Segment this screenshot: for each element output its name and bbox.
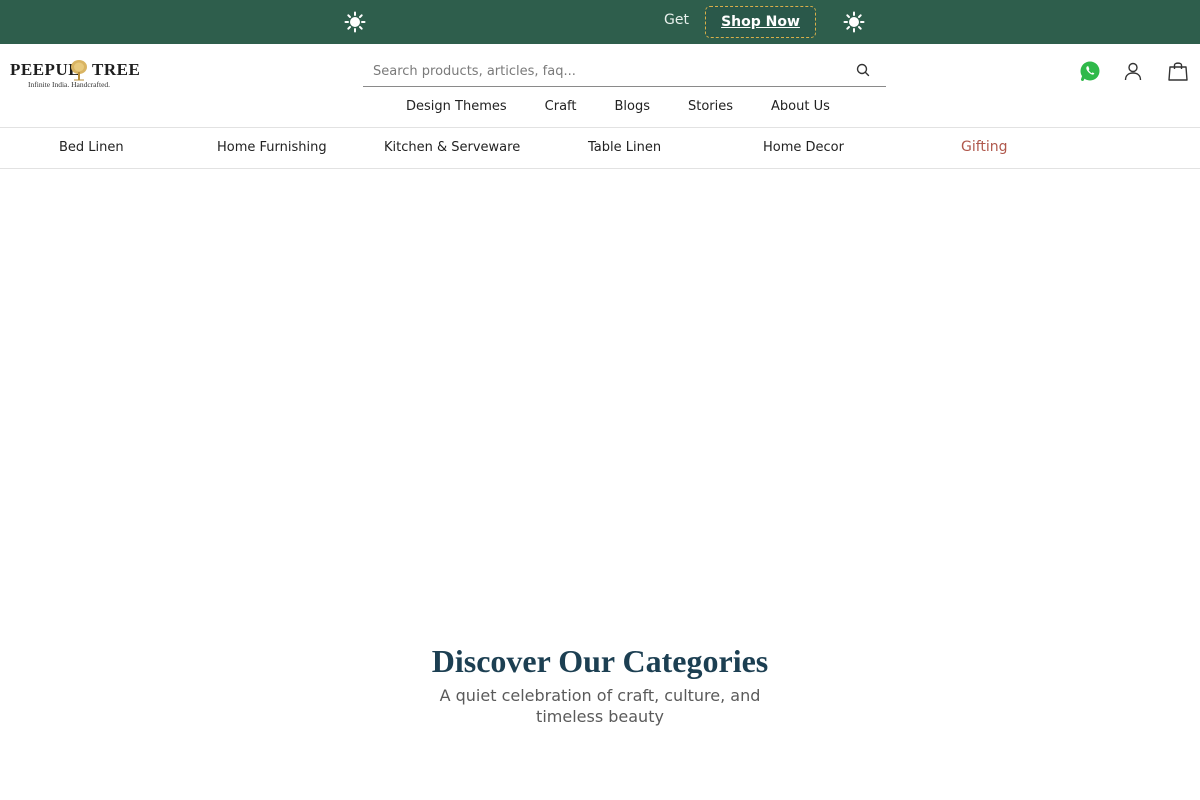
section-subtitle: A quiet celebration of craft, culture, a… — [439, 686, 761, 726]
whatsapp-icon[interactable] — [1079, 60, 1101, 82]
logo-word-right: TREE — [92, 60, 141, 79]
category-table-linen[interactable]: Table Linen — [588, 140, 661, 155]
shop-now-button[interactable]: Shop Now — [705, 6, 816, 38]
nav-link-design-themes[interactable]: Design Themes — [406, 99, 507, 117]
search-input[interactable] — [363, 60, 833, 82]
announcement-bar: Get Shop Now — [0, 0, 1200, 44]
promo-text: Get — [664, 12, 689, 28]
logo-tagline: Infinite India. Handcrafted. — [28, 80, 111, 89]
sun-icon — [843, 11, 865, 33]
site-logo[interactable]: PEEPUL TREE Infinite India. Handcrafted. — [10, 58, 140, 92]
category-home-decor[interactable]: Home Decor — [763, 140, 844, 155]
search-icon[interactable] — [855, 62, 871, 78]
nav-link-about-us[interactable]: About Us — [771, 99, 830, 117]
category-kitchen-serveware[interactable]: Kitchen & Serveware — [384, 140, 520, 155]
sun-icon — [344, 11, 366, 33]
nav-link-stories[interactable]: Stories — [688, 99, 733, 117]
category-home-furnishing[interactable]: Home Furnishing — [217, 140, 327, 155]
account-icon[interactable] — [1122, 60, 1144, 82]
section-title: Discover Our Categories — [431, 643, 769, 679]
nav-link-craft[interactable]: Craft — [545, 99, 577, 117]
search-bar — [363, 56, 886, 87]
hero-banner — [0, 170, 1200, 620]
secondary-nav: Design Themes Craft Blogs Stories About … — [406, 99, 868, 117]
category-nav: Bed Linen Home Furnishing Kitchen & Serv… — [0, 127, 1200, 169]
category-gifting[interactable]: Gifting — [961, 139, 1008, 155]
tree-icon — [71, 60, 87, 81]
category-bed-linen[interactable]: Bed Linen — [59, 140, 124, 155]
nav-link-blogs[interactable]: Blogs — [614, 99, 650, 117]
shopping-bag-icon[interactable] — [1167, 60, 1189, 82]
